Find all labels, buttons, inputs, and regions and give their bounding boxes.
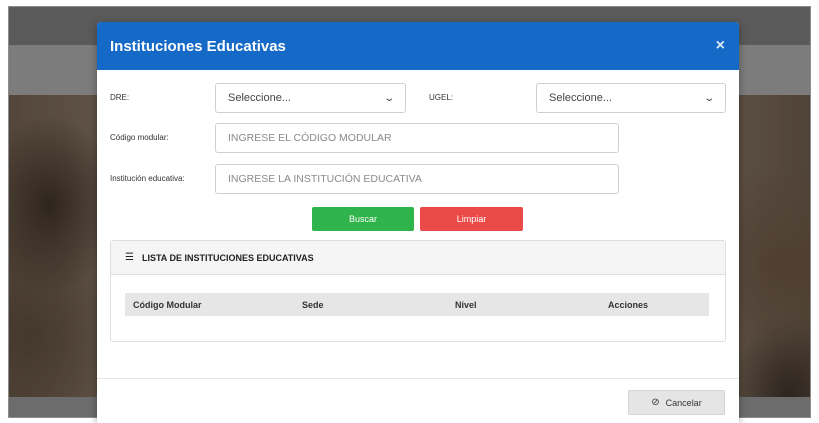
- institutions-list-panel: ☰ LISTA DE INSTITUCIONES EDUCATIVAS Códi…: [110, 240, 726, 342]
- modal-footer: ⊘ Cancelar: [97, 378, 739, 423]
- instituciones-modal: Instituciones Educativas × DRE: Seleccio…: [97, 22, 739, 423]
- codigo-modular-input[interactable]: INGRESE EL CÓDIGO MODULAR: [215, 123, 619, 153]
- close-icon[interactable]: ×: [716, 38, 725, 54]
- institucion-label: Institución educativa:: [110, 174, 185, 183]
- codigo-modular-placeholder: INGRESE EL CÓDIGO MODULAR: [228, 132, 392, 144]
- ban-icon: ⊘: [651, 397, 660, 408]
- search-button[interactable]: Buscar: [312, 207, 414, 231]
- institucion-educativa-placeholder: INGRESE LA INSTITUCIÓN EDUCATIVA: [228, 173, 422, 185]
- modal-header: Instituciones Educativas ×: [97, 22, 739, 70]
- modal-title: Instituciones Educativas: [110, 37, 286, 55]
- clear-button[interactable]: Limpiar: [420, 207, 523, 231]
- dre-label: DRE:: [110, 93, 130, 102]
- list-icon: ☰: [125, 252, 134, 263]
- column-sede: Sede: [302, 300, 324, 310]
- ugel-label: UGEL:: [429, 93, 454, 102]
- cancel-button[interactable]: ⊘ Cancelar: [628, 390, 725, 415]
- column-nivel: Nivel: [455, 300, 477, 310]
- list-panel-header: ☰ LISTA DE INSTITUCIONES EDUCATIVAS: [111, 241, 725, 275]
- institucion-educativa-input[interactable]: INGRESE LA INSTITUCIÓN EDUCATIVA: [215, 164, 619, 194]
- dre-select-value: Seleccione...: [228, 92, 291, 104]
- codigo-label: Código modular:: [110, 133, 169, 142]
- dre-select[interactable]: Seleccione... ⌄: [215, 83, 406, 113]
- column-acciones: Acciones: [608, 300, 649, 310]
- dre-ugel-row: DRE: Seleccione... ⌄ UGEL: Seleccione...…: [97, 83, 739, 113]
- ugel-select-value: Seleccione...: [549, 92, 612, 104]
- chevron-down-icon: ⌄: [702, 92, 715, 104]
- table-header: Código Modular Sede Nivel Acciones: [125, 293, 709, 316]
- institucion-row: Institución educativa: INGRESE LA INSTIT…: [97, 164, 739, 194]
- column-codigo-modular: Código Modular: [133, 300, 202, 310]
- codigo-row: Código modular: INGRESE EL CÓDIGO MODULA…: [97, 123, 739, 153]
- ugel-select[interactable]: Seleccione... ⌄: [536, 83, 726, 113]
- cancel-label: Cancelar: [665, 397, 702, 408]
- list-title: LISTA DE INSTITUCIONES EDUCATIVAS: [141, 252, 314, 263]
- chevron-down-icon: ⌄: [382, 92, 395, 104]
